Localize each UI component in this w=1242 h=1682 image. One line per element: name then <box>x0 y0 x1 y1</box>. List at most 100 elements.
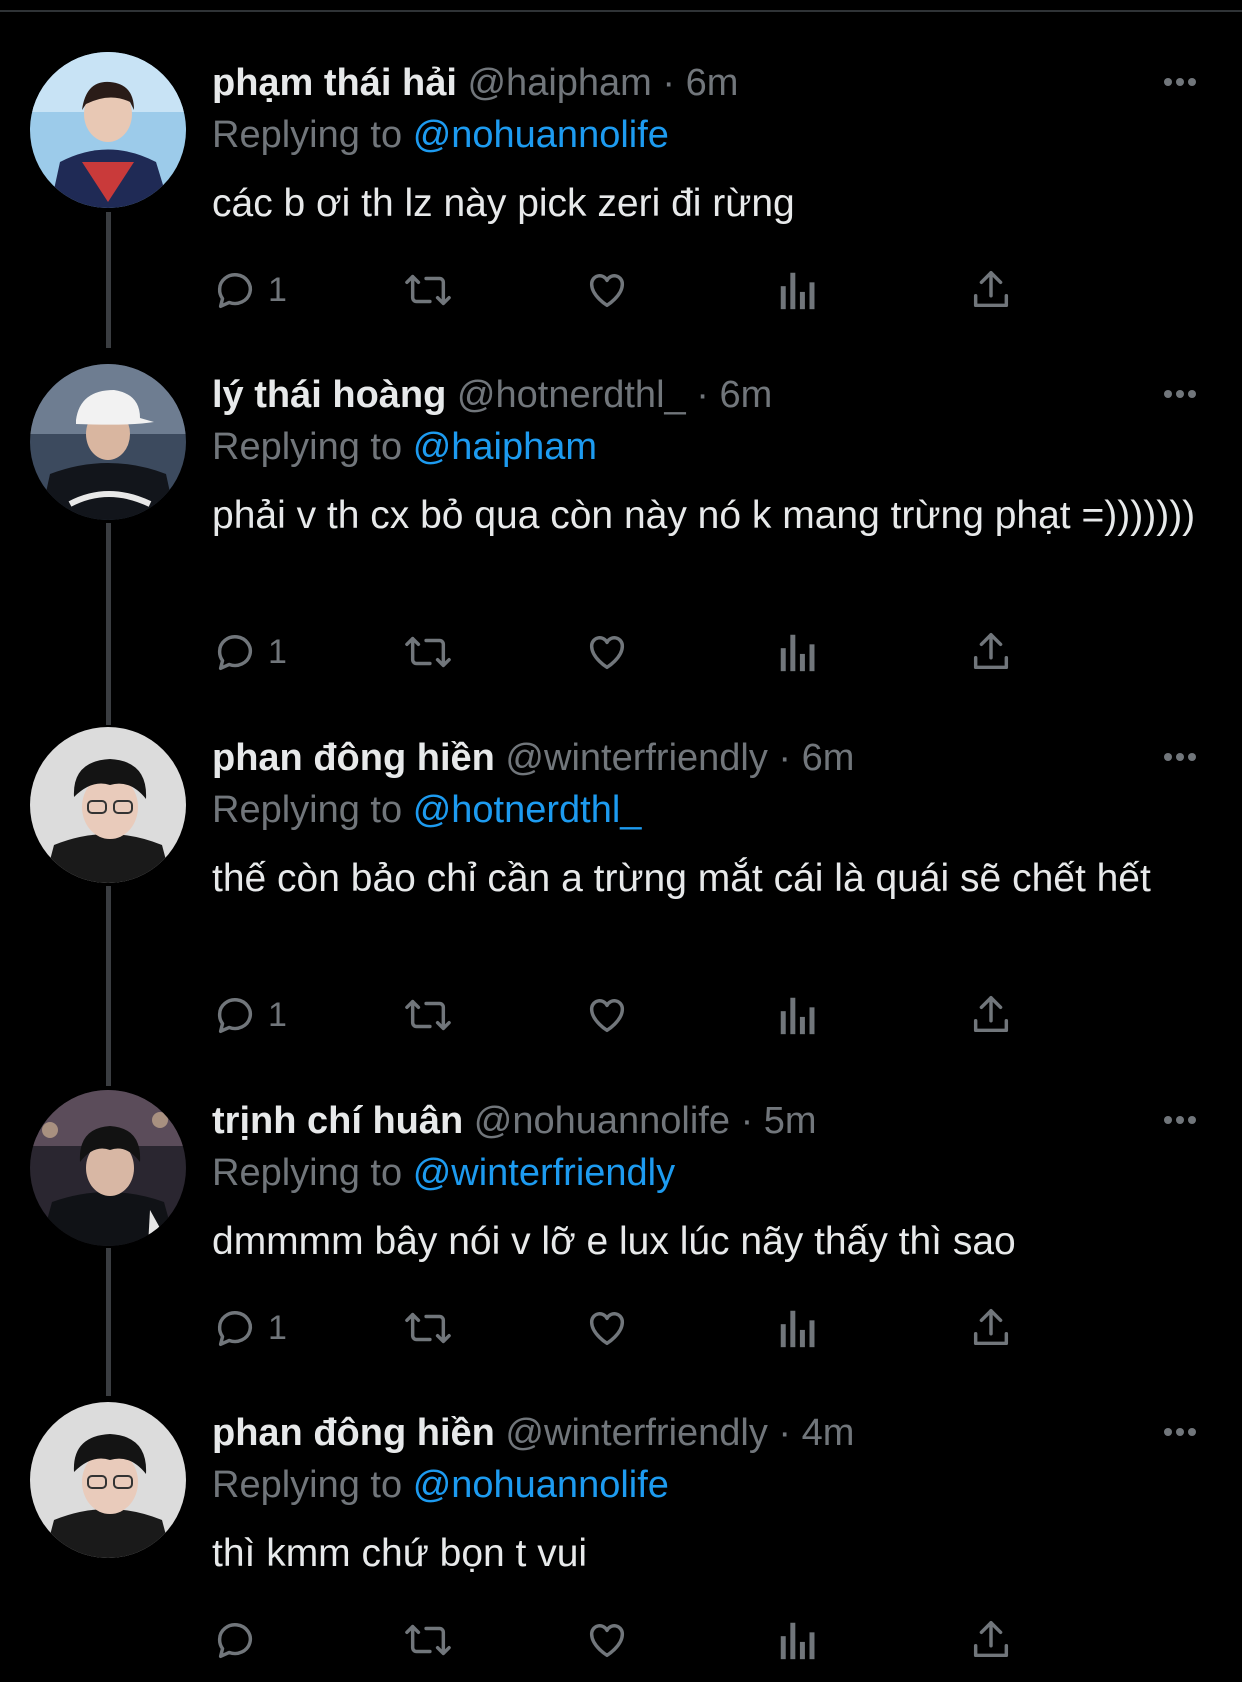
more-icon[interactable] <box>1160 62 1200 102</box>
like-button[interactable] <box>582 1612 632 1668</box>
like-button[interactable] <box>582 1300 632 1356</box>
more-icon[interactable] <box>1160 737 1200 777</box>
views-button[interactable] <box>778 987 818 1043</box>
user-handle[interactable]: @winterfriendly <box>505 1412 767 1454</box>
tweet-text: thế còn bảo chỉ cần a trừng mắt cái là q… <box>212 857 1151 900</box>
tweet[interactable]: lý thái hoàng @hotnerdthl_ · 6m Replying… <box>0 364 1242 694</box>
replying-to: Replying to @nohuannolife <box>212 112 669 158</box>
reply-icon <box>217 635 253 671</box>
views-button[interactable] <box>778 1612 818 1668</box>
replying-to: Replying to @hotnerdthl_ <box>212 787 641 833</box>
views-icon <box>780 272 815 310</box>
mention-link[interactable]: @nohuannolife <box>413 1464 669 1506</box>
tweet-header: lý thái hoàng @hotnerdthl_ · 6m <box>212 372 772 418</box>
like-icon <box>589 274 625 308</box>
like-button[interactable] <box>582 987 632 1043</box>
top-divider <box>0 0 1242 12</box>
display-name[interactable]: lý thái hoàng <box>212 374 446 416</box>
retweet-icon <box>405 999 451 1031</box>
tweet[interactable]: phan đông hiền @winterfriendly · 4m Repl… <box>0 1402 1242 1682</box>
reply-count: 1 <box>268 995 287 1034</box>
more-icon[interactable] <box>1160 374 1200 414</box>
reply-button[interactable]: 1 <box>212 987 287 1043</box>
reply-button[interactable] <box>212 1612 268 1668</box>
share-button[interactable] <box>968 262 1014 318</box>
share-icon <box>973 1309 1009 1346</box>
views-button[interactable] <box>778 1300 818 1356</box>
user-handle[interactable]: @nohuannolife <box>474 1100 730 1142</box>
retweet-button[interactable] <box>400 987 456 1043</box>
display-name[interactable]: trịnh chí huân <box>212 1100 463 1142</box>
replying-prefix: Replying to <box>212 789 403 831</box>
replying-prefix: Replying to <box>212 114 403 156</box>
views-button[interactable] <box>778 624 818 680</box>
replying-prefix: Replying to <box>212 1152 403 1194</box>
share-button[interactable] <box>968 1612 1014 1668</box>
timestamp[interactable]: 4m <box>802 1412 855 1454</box>
replying-to: Replying to @nohuannolife <box>212 1462 669 1508</box>
tweet[interactable]: trịnh chí huân @nohuannolife · 5m Replyi… <box>0 1090 1242 1380</box>
user-handle[interactable]: @hotnerdthl_ <box>457 374 686 416</box>
like-button[interactable] <box>582 624 632 680</box>
tweet-header: phan đông hiền @winterfriendly · 4m <box>212 1410 854 1456</box>
avatar[interactable] <box>30 727 186 883</box>
share-icon <box>973 1621 1009 1658</box>
tweet-text: phải v th cx bỏ qua còn này nó k mang tr… <box>212 494 1196 537</box>
separator: · <box>740 1100 754 1142</box>
reply-count: 1 <box>268 1308 287 1347</box>
more-icon[interactable] <box>1160 1100 1200 1140</box>
retweet-icon <box>405 636 451 668</box>
tweet-actions: 1 <box>212 1300 1112 1356</box>
separator: · <box>662 62 676 104</box>
reply-count: 1 <box>268 632 287 671</box>
timestamp[interactable]: 6m <box>802 737 855 779</box>
reply-button[interactable]: 1 <box>212 624 287 680</box>
views-icon <box>780 1310 815 1348</box>
mention-link[interactable]: @haipham <box>413 426 597 468</box>
reply-icon <box>217 273 253 309</box>
retweet-icon <box>405 1312 451 1344</box>
views-icon <box>780 1622 815 1660</box>
share-button[interactable] <box>968 1300 1014 1356</box>
tweet[interactable]: phạm thái hải @haipham · 6m Replying to … <box>0 52 1242 342</box>
tweet-header: phan đông hiền @winterfriendly · 6m <box>212 735 854 781</box>
reply-icon <box>217 998 253 1034</box>
separator: · <box>778 1412 792 1454</box>
mention-link[interactable]: @hotnerdthl_ <box>413 789 642 831</box>
mention-link[interactable]: @nohuannolife <box>413 114 669 156</box>
timestamp[interactable]: 6m <box>719 374 772 416</box>
share-button[interactable] <box>968 987 1014 1043</box>
timestamp[interactable]: 5m <box>764 1100 817 1142</box>
tweet-actions <box>212 1612 1112 1668</box>
like-icon <box>589 636 625 670</box>
avatar[interactable] <box>30 1402 186 1558</box>
display-name[interactable]: phan đông hiền <box>212 737 495 779</box>
timestamp[interactable]: 6m <box>686 62 739 104</box>
avatar[interactable] <box>30 364 186 520</box>
like-button[interactable] <box>582 262 632 318</box>
replying-prefix: Replying to <box>212 1464 403 1506</box>
tweet[interactable]: phan đông hiền @winterfriendly · 6m Repl… <box>0 727 1242 1057</box>
user-handle[interactable]: @winterfriendly <box>505 737 767 779</box>
display-name[interactable]: phạm thái hải <box>212 62 457 104</box>
reply-button[interactable]: 1 <box>212 262 287 318</box>
retweet-button[interactable] <box>400 262 456 318</box>
avatar[interactable] <box>30 52 186 208</box>
display-name[interactable]: phan đông hiền <box>212 1412 495 1454</box>
reply-button[interactable]: 1 <box>212 1300 287 1356</box>
tweet-text: các b ơi th lz này pick zeri đi rừng <box>212 182 795 225</box>
retweet-icon <box>405 1624 451 1656</box>
retweet-button[interactable] <box>400 624 456 680</box>
tweet-actions: 1 <box>212 624 1112 680</box>
more-icon[interactable] <box>1160 1412 1200 1452</box>
user-handle[interactable]: @haipham <box>467 62 651 104</box>
share-button[interactable] <box>968 624 1014 680</box>
like-icon <box>589 1312 625 1346</box>
views-icon <box>780 634 815 672</box>
avatar[interactable] <box>30 1090 186 1246</box>
mention-link[interactable]: @winterfriendly <box>413 1152 675 1194</box>
retweet-button[interactable] <box>400 1612 456 1668</box>
views-button[interactable] <box>778 262 818 318</box>
retweet-button[interactable] <box>400 1300 456 1356</box>
share-icon <box>973 996 1009 1033</box>
